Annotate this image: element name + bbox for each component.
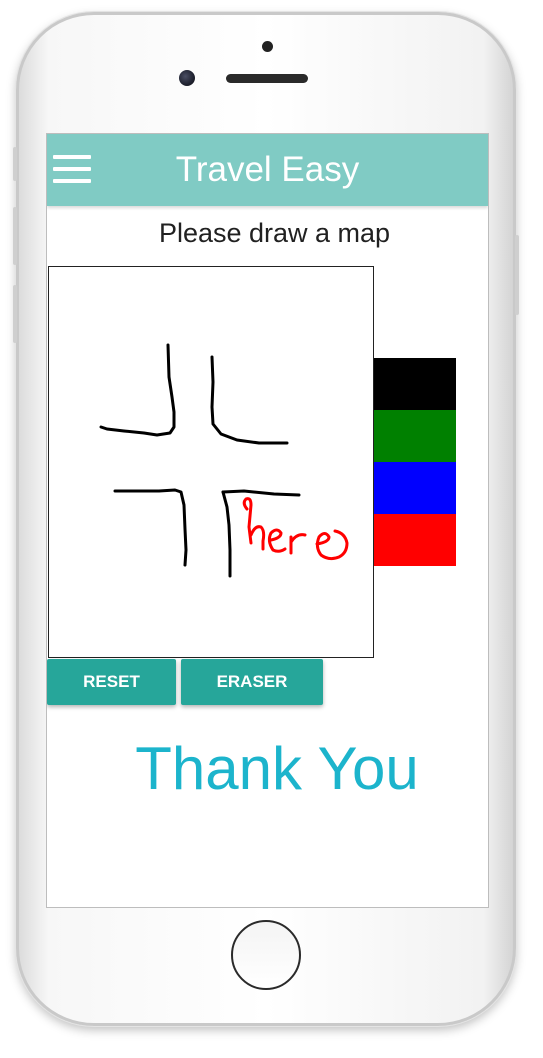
proximity-sensor	[262, 41, 273, 52]
stroke-bottom-right-vertical	[221, 490, 232, 578]
stroke-here-e1	[267, 528, 287, 553]
mute-switch	[13, 147, 17, 181]
stroke-top-right-road	[210, 355, 289, 445]
volume-up-button	[13, 207, 17, 265]
power-button	[515, 235, 519, 315]
app-title: Travel Easy	[175, 150, 360, 189]
stroke-top-left-road	[99, 343, 176, 437]
volume-down-button	[13, 285, 17, 343]
app-bar: Travel Easy	[47, 134, 488, 206]
stroke-bottom-right-road	[221, 489, 301, 497]
earpiece-speaker	[226, 74, 308, 83]
home-button[interactable]	[231, 920, 301, 990]
eraser-button[interactable]: ERASER	[181, 659, 323, 705]
app-screen: Travel Easy Please draw a map RESET ERAS…	[46, 133, 489, 908]
stroke-here-r	[289, 533, 307, 555]
drawing-canvas[interactable]	[48, 266, 374, 658]
stroke-here-e2	[315, 529, 349, 561]
stroke-here-h	[242, 497, 266, 551]
color-swatch-red[interactable]	[374, 514, 456, 566]
draw-instruction: Please draw a map	[158, 218, 391, 248]
hamburger-menu-icon[interactable]	[53, 155, 93, 185]
color-swatch-black[interactable]	[374, 358, 456, 410]
color-swatch-green[interactable]	[374, 410, 456, 462]
color-swatch-blue[interactable]	[374, 462, 456, 514]
reset-button[interactable]: RESET	[47, 659, 176, 705]
front-camera-icon	[179, 70, 195, 86]
drawing-strokes	[99, 343, 349, 578]
thank-you-message: Thank You	[135, 735, 419, 802]
stroke-bottom-left-road	[113, 488, 188, 567]
